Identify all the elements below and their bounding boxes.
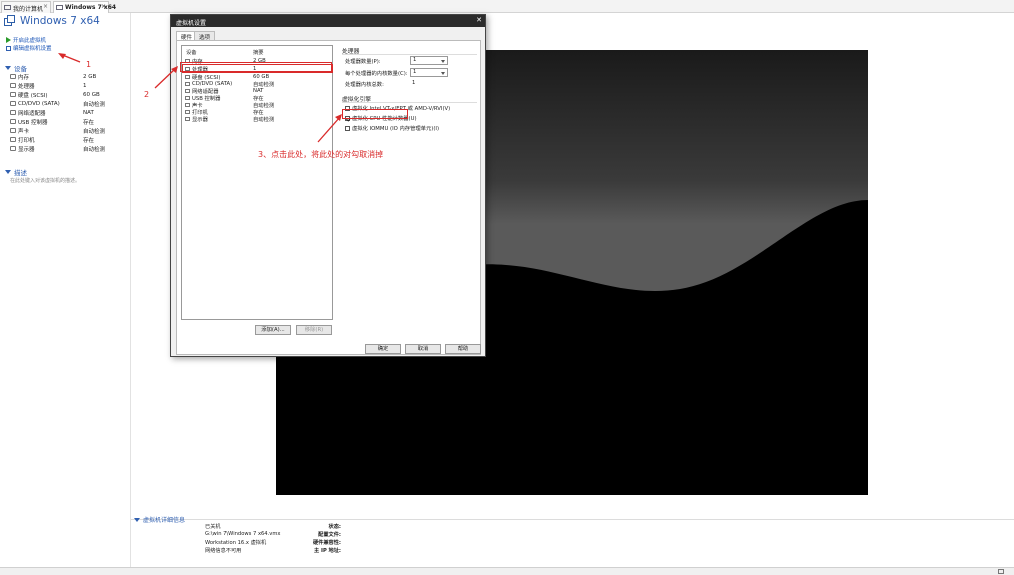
arrowhead-3: [335, 114, 342, 121]
annotation-1: 1: [86, 60, 92, 69]
annotation-arrows: [58, 53, 342, 143]
annotation-2: 2: [144, 90, 150, 99]
annotation-3: 3、点击此处，将此处的对勾取消掉: [258, 150, 384, 159]
arrow-3: [317, 116, 341, 143]
arrow-2: [154, 67, 177, 89]
